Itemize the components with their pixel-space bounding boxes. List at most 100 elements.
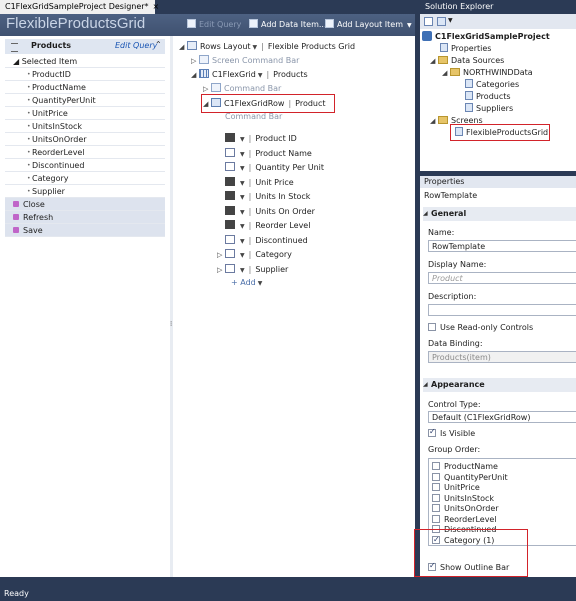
collapse-arrow-icon[interactable]: ◢ <box>430 55 438 67</box>
data-field-item[interactable]: UnitsInStock <box>5 120 165 133</box>
solution-properties[interactable]: Properties <box>440 43 491 55</box>
is-visible-checkbox[interactable]: Is Visible <box>428 427 475 438</box>
solution-northwind[interactable]: ◢ NORTHWINDData <box>442 67 533 79</box>
tree-field-item[interactable]: ▼ | Units In Stock <box>217 190 310 204</box>
tree-node-flexgrid[interactable]: ◢ C1FlexGrid ▼ | Products <box>191 68 308 82</box>
use-readonly-checkbox[interactable]: Use Read-only Controls <box>428 323 533 332</box>
group-order-item[interactable]: UnitsOnOrder <box>432 503 499 514</box>
checkbox-icon[interactable] <box>432 504 440 512</box>
edit-query-button[interactable]: Edit Query <box>187 18 241 32</box>
tree-field-item[interactable]: ▼ | Unit Price <box>217 176 294 190</box>
tree-field-item[interactable]: ▼ | Reorder Level <box>217 219 310 233</box>
project-icon <box>422 31 432 41</box>
group-order-item[interactable]: UnitPrice <box>432 482 480 493</box>
section-general[interactable]: General <box>423 207 576 221</box>
description-field[interactable] <box>428 304 576 316</box>
solution-table-item[interactable]: Suppliers <box>465 103 513 115</box>
chevron-down-icon[interactable]: ▼ <box>240 252 245 259</box>
numeric-icon <box>225 205 235 215</box>
command-close[interactable]: Close <box>5 198 165 211</box>
solution-table-item[interactable]: Categories <box>465 79 519 91</box>
highlight-box <box>414 529 528 577</box>
display-name-label: Display Name: <box>428 260 487 269</box>
command-refresh[interactable]: Refresh <box>5 211 165 224</box>
data-field-item[interactable]: ProductName <box>5 81 165 94</box>
data-field-item[interactable]: UnitPrice <box>5 107 165 120</box>
data-field-item[interactable]: Category <box>5 172 165 185</box>
group-order-item[interactable]: UnitsInStock <box>432 493 494 504</box>
solution-data-sources[interactable]: ◢ Data Sources <box>430 55 504 67</box>
chevron-down-icon[interactable]: ▼ <box>240 165 245 172</box>
solution-project[interactable]: C1FlexGridSampleProject <box>422 31 550 43</box>
data-field-item[interactable]: QuantityPerUnit <box>5 94 165 107</box>
tree-field-item[interactable]: ▷ ▼ | Category <box>217 248 292 262</box>
expand-arrow-icon[interactable]: ▷ <box>217 248 225 262</box>
chevron-down-icon[interactable]: ▼ <box>240 267 245 274</box>
chevron-down-icon[interactable]: ▼ <box>240 151 245 158</box>
data-field-item[interactable]: ReorderLevel <box>5 146 165 159</box>
chevron-down-icon[interactable]: ▼ <box>240 209 245 216</box>
tree-field-item[interactable]: ▼ | Discontinued <box>217 234 308 248</box>
properties-panel: RowTemplate General Name: RowTemplate Di… <box>414 188 576 577</box>
chevron-down-icon[interactable]: ▼ <box>240 136 245 143</box>
collection-title: Products <box>31 41 72 50</box>
group-order-item[interactable]: ReorderLevel <box>432 514 497 525</box>
checkbox-icon <box>428 323 436 331</box>
control-type-label: Control Type: <box>428 400 481 409</box>
tab-designer[interactable]: C1FlexGridSampleProject Designer* × <box>0 0 159 14</box>
collapse-arrow-icon[interactable]: ◢ <box>179 40 187 54</box>
tree-field-item[interactable]: ▷ ▼ | Supplier <box>217 263 288 277</box>
data-field-item[interactable]: UnitsOnOrder <box>5 133 165 146</box>
name-field[interactable]: RowTemplate <box>428 240 576 252</box>
data-field-item[interactable]: Supplier <box>5 185 165 198</box>
data-field-item[interactable]: Discontinued <box>5 159 165 172</box>
selected-item-node[interactable]: ◢ Selected Item <box>5 55 165 68</box>
chevron-down-icon[interactable]: ▼ <box>258 72 263 79</box>
products-collection-header[interactable]: Products Edit Query ⌃ <box>5 39 165 54</box>
tree-node-command-bar-2[interactable]: Command Bar <box>225 110 282 124</box>
command-icon <box>13 201 19 207</box>
checkbox-icon[interactable] <box>432 483 440 491</box>
checkbox-icon[interactable] <box>432 493 440 502</box>
control-type-select[interactable]: Default (C1FlexGridRow) <box>428 411 576 423</box>
checkbox-icon[interactable] <box>432 514 440 523</box>
folder-icon <box>438 116 448 124</box>
tree-field-item[interactable]: ▼ | Quantity Per Unit <box>217 161 324 175</box>
chevron-down-icon[interactable]: ▼ <box>253 44 258 51</box>
properties-icon[interactable] <box>424 17 433 26</box>
collapse-arrow-icon[interactable]: ◢ <box>430 115 438 127</box>
tree-field-item[interactable]: ▼ | Product ID <box>217 132 297 146</box>
group-order-item[interactable]: ProductName <box>432 461 498 472</box>
checkbox-icon[interactable] <box>432 472 440 481</box>
solution-table-item[interactable]: Products <box>465 91 511 103</box>
chevron-down-icon[interactable]: ▼ <box>448 17 453 24</box>
checkbox-icon[interactable] <box>432 462 440 470</box>
data-binding-label: Data Binding: <box>428 339 483 348</box>
chevron-down-icon[interactable]: ▼ <box>240 238 245 245</box>
chevron-down-icon[interactable]: ▼ <box>240 194 245 201</box>
tree-field-item[interactable]: ▼ | Units On Order <box>217 205 315 219</box>
expand-arrow-icon[interactable]: ▷ <box>217 263 225 277</box>
chevron-down-icon[interactable]: ▼ <box>240 223 245 230</box>
data-binding-field[interactable]: Products(item) <box>428 351 576 363</box>
command-save[interactable]: Save <box>5 224 165 237</box>
section-appearance[interactable]: Appearance <box>423 378 576 392</box>
add-layout-item-button[interactable]: Add Layout Item ▼ <box>325 18 412 32</box>
tree-node-rows-layout[interactable]: ◢ Rows Layout ▼ | Flexible Products Grid <box>179 40 355 54</box>
tree-field-item[interactable]: ▼ | Product Name <box>217 147 312 161</box>
edit-query-link[interactable]: Edit Query <box>115 41 157 50</box>
close-icon[interactable]: × <box>153 2 160 11</box>
chevron-down-icon[interactable]: ▼ <box>240 180 245 187</box>
bottom-strip <box>0 577 576 587</box>
collapse-arrow-icon[interactable]: ◢ <box>191 68 199 82</box>
group-order-item[interactable]: QuantityPerUnit <box>432 472 508 483</box>
add-data-item-button[interactable]: Add Data Item... <box>249 18 327 32</box>
tree-node-screen-command-bar[interactable]: ▷ Screen Command Bar <box>191 54 299 68</box>
data-field-item[interactable]: ProductID <box>5 68 165 81</box>
show-all-files-icon[interactable] <box>437 17 446 26</box>
collapse-arrow-icon[interactable]: ◢ <box>442 67 450 79</box>
display-name-field[interactable]: Product <box>428 272 576 284</box>
collapse-icon[interactable]: ⌃ <box>155 40 162 49</box>
expand-arrow-icon[interactable]: ▷ <box>191 54 199 68</box>
add-item-button[interactable]: + Add ▼ <box>231 276 262 290</box>
